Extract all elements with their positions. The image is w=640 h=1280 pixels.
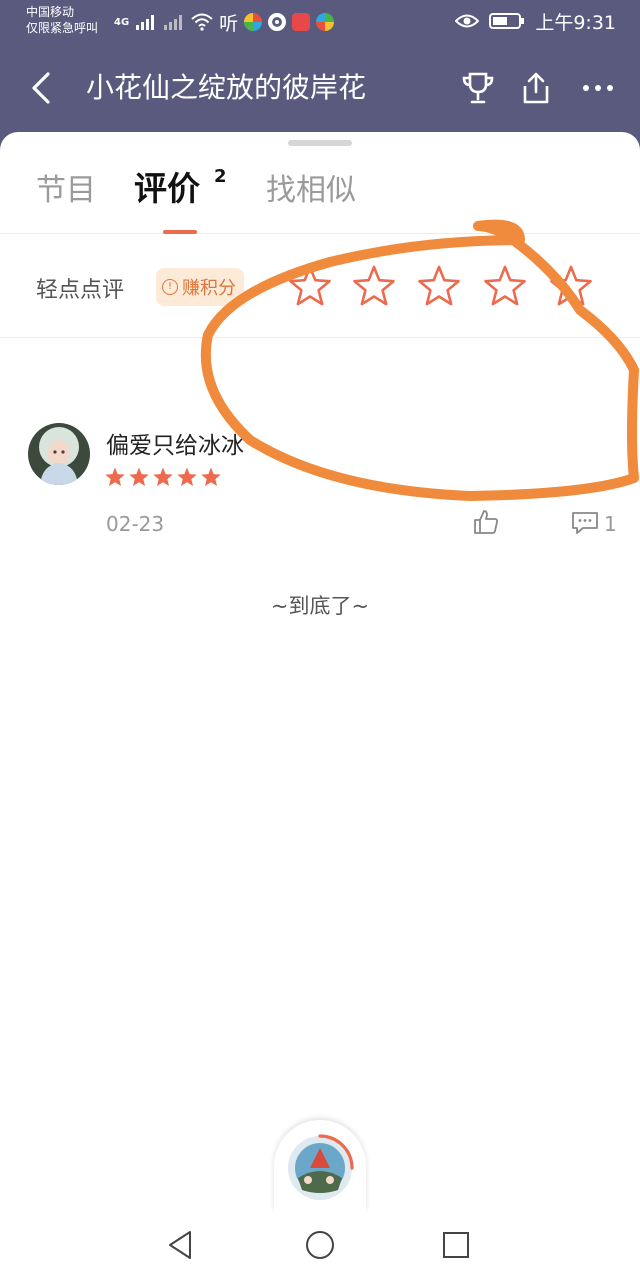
carrier-name: 中国移动: [26, 5, 75, 19]
carrier-info: 中国移动 仅限紧急呼叫: [26, 4, 98, 36]
back-triangle-icon[interactable]: [164, 1228, 198, 1262]
review-username[interactable]: 偏爱只给冰冰: [106, 426, 244, 460]
carrier-status: 仅限紧急呼叫: [26, 21, 99, 35]
star-filled-icon: [153, 467, 173, 487]
share-icon[interactable]: [518, 70, 554, 106]
review-date: 02-23: [106, 512, 165, 536]
review-count: 2: [214, 166, 227, 187]
info-icon: !: [162, 279, 178, 295]
rate-star-2[interactable]: [352, 264, 396, 308]
tab-bar: 节目 评价 2 找相似: [0, 162, 640, 234]
tab-reviews[interactable]: 评价: [134, 168, 200, 210]
tab-similar[interactable]: 找相似: [266, 170, 356, 212]
wifi-icon: [191, 13, 213, 31]
star-filled-icon: [105, 467, 125, 487]
status-icons-right: 上午9:31: [455, 8, 616, 34]
review-item: 偏爱只给冰冰 02-23 1: [0, 418, 640, 548]
rate-star-5[interactable]: [549, 264, 593, 308]
signal-no-sim-icon: [164, 15, 183, 30]
reader-app-icon: [292, 13, 311, 31]
rating-prompt: 轻点点评: [36, 278, 125, 303]
system-nav-bar: [0, 1212, 640, 1280]
more-icon[interactable]: [580, 70, 616, 106]
back-icon[interactable]: [26, 66, 56, 110]
colorful-app-icon: [244, 13, 263, 31]
network-type: 4G: [114, 16, 130, 28]
star-filled-icon: [129, 467, 149, 487]
review-stars: [104, 466, 222, 488]
earn-points-badge[interactable]: ! 赚积分: [156, 268, 244, 306]
clock: 上午9:31: [535, 11, 616, 34]
tab-programs[interactable]: 节目: [36, 170, 96, 212]
colorful-app-icon-2: [316, 13, 335, 31]
comment-icon[interactable]: [570, 510, 600, 536]
like-icon[interactable]: [472, 508, 500, 536]
avatar[interactable]: [28, 423, 90, 485]
listen-app-icon: 听: [219, 12, 239, 35]
star-filled-icon: [177, 467, 197, 487]
list-end-text: ~到底了~: [270, 594, 370, 618]
recents-square-icon[interactable]: [439, 1228, 473, 1262]
top-nav-bar: 小花仙之绽放的彼岸花: [0, 44, 640, 134]
status-bar: 中国移动 仅限紧急呼叫 4G 听 上午9:31: [0, 0, 640, 44]
rating-row: 轻点点评 ! 赚积分: [0, 234, 640, 338]
page-title: 小花仙之绽放的彼岸花: [86, 71, 367, 104]
eye-icon: [455, 14, 480, 28]
mini-player[interactable]: [274, 1120, 366, 1212]
drag-handle[interactable]: [288, 140, 352, 146]
rate-star-3[interactable]: [417, 264, 461, 308]
rate-star-1[interactable]: [288, 264, 332, 308]
browser-app-icon: [268, 13, 287, 31]
signal-icon: [136, 15, 155, 30]
star-filled-icon: [201, 467, 221, 487]
status-icons-left: 4G 听: [114, 10, 335, 35]
player-cover-icon[interactable]: [286, 1134, 354, 1202]
rate-star-4[interactable]: [483, 264, 527, 308]
battery-icon: [489, 13, 525, 29]
earn-points-label: 赚积分: [182, 278, 236, 299]
trophy-icon[interactable]: [460, 70, 496, 106]
content-sheet: 节目 评价 2 找相似 轻点点评 ! 赚积分 偏爱只给冰冰 02-23 1 ~到…: [0, 132, 640, 1212]
home-circle-icon[interactable]: [303, 1228, 337, 1262]
comment-count: 1: [604, 512, 617, 536]
